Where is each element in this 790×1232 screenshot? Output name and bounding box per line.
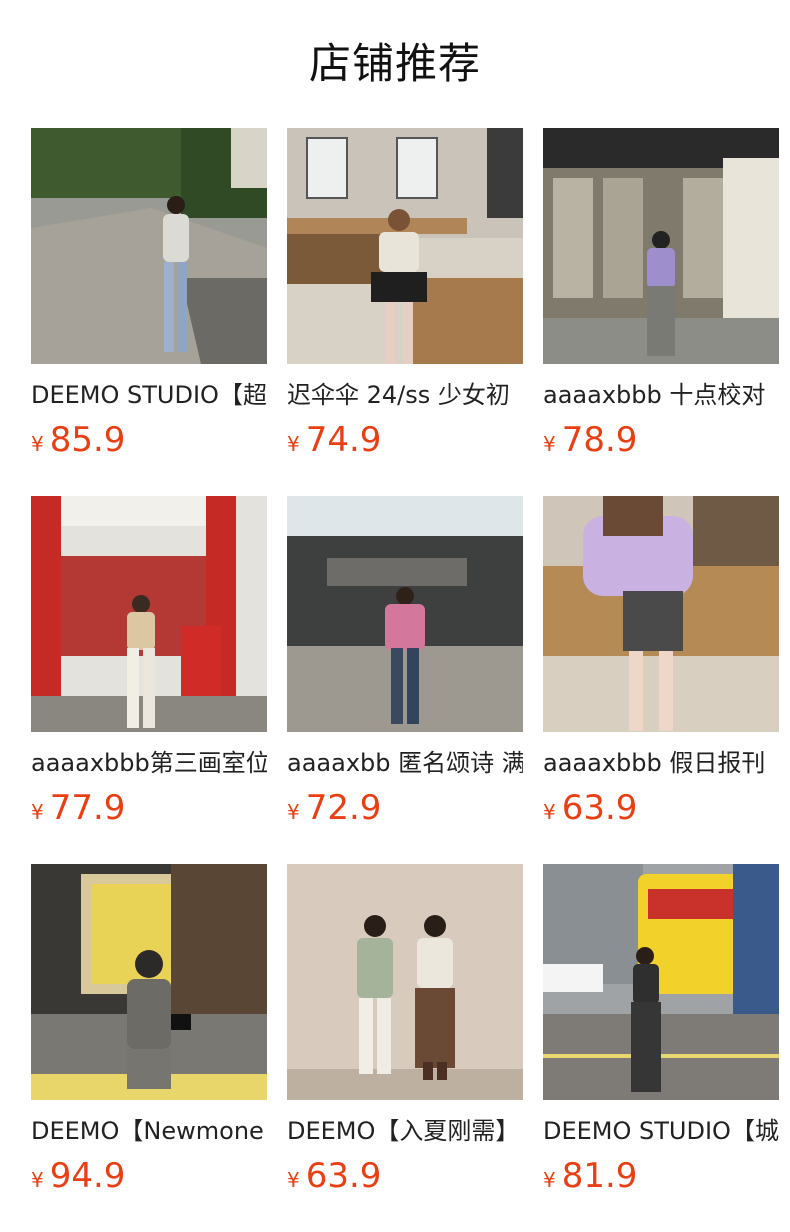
product-card[interactable]: aaaaxbbb 十点校对 ¥78.9 <box>543 128 779 496</box>
product-image[interactable] <box>287 864 523 1100</box>
product-name[interactable]: DEEMO【入夏刚需】 <box>287 1114 523 1148</box>
currency-symbol: ¥ <box>287 800 300 824</box>
product-card[interactable]: aaaaxbb 匿名颂诗 满 ¥72.9 <box>287 496 523 864</box>
product-name[interactable]: DEEMO STUDIO【城 <box>543 1114 779 1148</box>
section-title: 店铺推荐 <box>308 39 481 88</box>
product-image[interactable] <box>287 128 523 364</box>
product-card[interactable]: DEEMO STUDIO【城 ¥81.9 <box>543 864 779 1232</box>
price-amount: 63.9 <box>561 788 638 828</box>
product-card[interactable]: aaaaxbbb第三画室位 ¥77.9 <box>31 496 267 864</box>
product-name[interactable]: 迟伞伞 24/ss 少女初 <box>287 378 523 412</box>
product-price: ¥78.9 <box>543 418 779 462</box>
currency-symbol: ¥ <box>287 1168 300 1192</box>
price-amount: 81.9 <box>561 1156 638 1196</box>
product-image[interactable] <box>543 496 779 732</box>
product-name[interactable]: DEEMO STUDIO【超 <box>31 378 267 412</box>
product-image[interactable] <box>31 496 267 732</box>
currency-symbol: ¥ <box>287 432 300 456</box>
price-amount: 77.9 <box>49 788 126 828</box>
price-amount: 78.9 <box>561 420 638 460</box>
product-grid: DEEMO STUDIO【超 ¥85.9 迟伞伞 24/ss 少女初 ¥ 74.… <box>31 128 779 1232</box>
product-card[interactable]: DEEMO【Newmone ¥94.9 <box>31 864 267 1232</box>
product-image[interactable] <box>31 864 267 1100</box>
product-price: ¥94.9 <box>31 1154 267 1198</box>
currency-symbol: ¥ <box>543 432 556 456</box>
product-price: ¥85.9 <box>31 418 267 462</box>
price-amount: 94.9 <box>49 1156 126 1196</box>
product-price: ¥63.9 <box>287 1154 523 1198</box>
product-price: ¥81.9 <box>543 1154 779 1198</box>
currency-symbol: ¥ <box>31 800 44 824</box>
currency-symbol: ¥ <box>543 800 556 824</box>
currency-symbol: ¥ <box>31 1168 44 1192</box>
product-image[interactable] <box>287 496 523 732</box>
product-card[interactable]: 迟伞伞 24/ss 少女初 ¥74.9 <box>287 128 523 496</box>
price-amount: 74.9 <box>305 420 382 460</box>
currency-symbol: ¥ <box>543 1168 556 1192</box>
product-price: ¥72.9 <box>287 786 523 830</box>
product-price: ¥63.9 <box>543 786 779 830</box>
product-name[interactable]: aaaaxbbb 十点校对 <box>543 378 779 412</box>
product-card[interactable]: aaaaxbbb 假日报刊 ¥63.9 <box>543 496 779 864</box>
product-price: ¥74.9 <box>287 418 523 462</box>
product-name[interactable]: DEEMO【Newmone <box>31 1114 267 1148</box>
shop-recommendation-page: 店铺推荐 DEEMO STUDIO【超 ¥85.9 迟伞伞 24/ss 少女初 … <box>0 0 790 1232</box>
currency-symbol: ¥ <box>31 432 44 456</box>
product-name[interactable]: aaaaxbbb 假日报刊 <box>543 746 779 780</box>
product-price: ¥77.9 <box>31 786 267 830</box>
product-image[interactable] <box>543 864 779 1100</box>
price-amount: 72.9 <box>305 788 382 828</box>
product-card[interactable]: DEEMO STUDIO【超 ¥85.9 <box>31 128 267 496</box>
product-card[interactable]: DEEMO【入夏刚需】 ¥63.9 <box>287 864 523 1232</box>
price-amount: 85.9 <box>49 420 126 460</box>
product-name[interactable]: aaaaxbb 匿名颂诗 满 <box>287 746 523 780</box>
product-image[interactable] <box>543 128 779 364</box>
price-amount: 63.9 <box>305 1156 382 1196</box>
product-image[interactable] <box>31 128 267 364</box>
product-name[interactable]: aaaaxbbb第三画室位 <box>31 746 267 780</box>
